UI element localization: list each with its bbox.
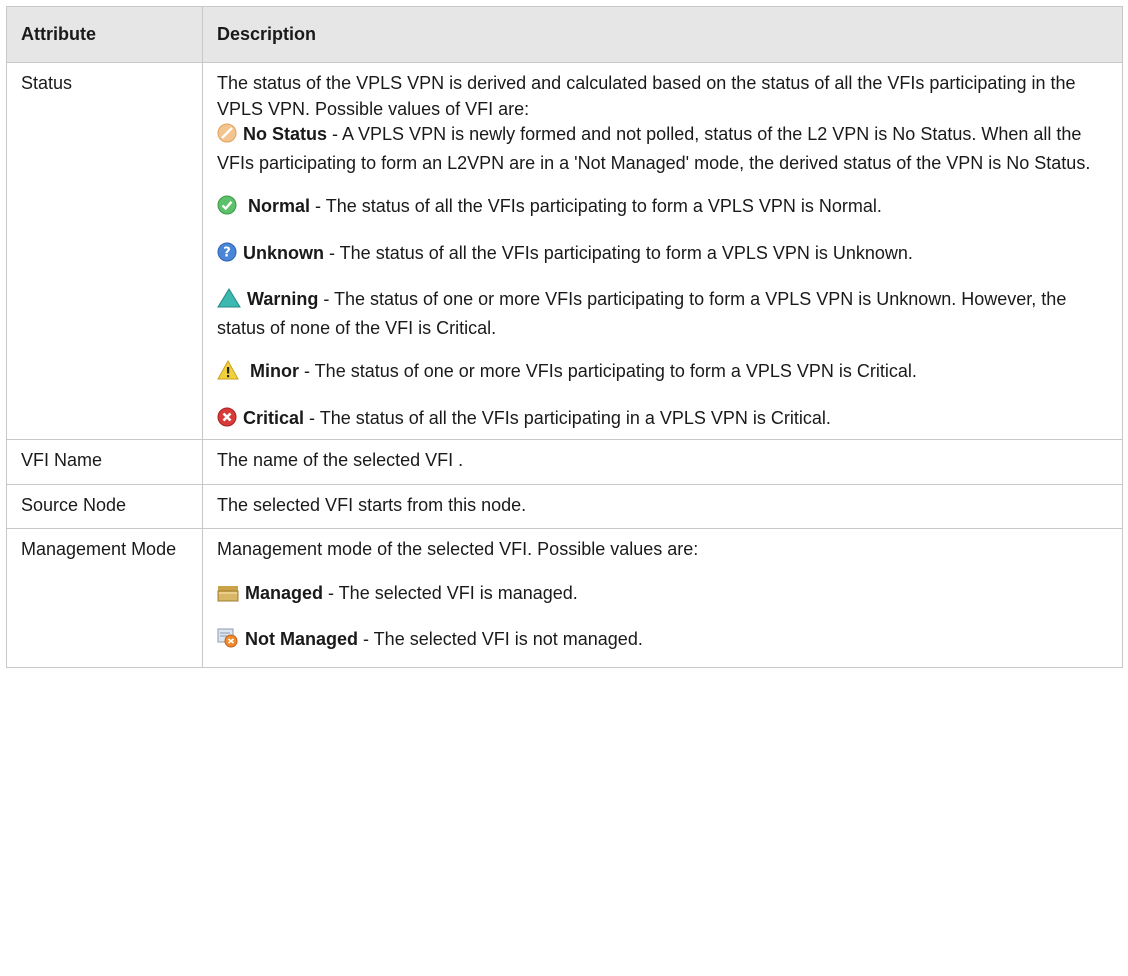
attribute-cell: Source Node xyxy=(6,483,203,529)
description-header: Description xyxy=(202,6,1123,63)
status-text: - The status of one or more VFIs partici… xyxy=(299,361,917,381)
attribute-cell: Management Mode xyxy=(6,528,203,668)
mode-text: - The selected VFI is not managed. xyxy=(358,629,643,649)
status-value-warning: Warning - The status of one or more VFIs… xyxy=(217,287,1108,341)
status-label: Unknown xyxy=(243,242,324,263)
header-row: Attribute Description xyxy=(6,6,1123,63)
description-cell: The status of the VPLS VPN is derived an… xyxy=(202,62,1123,440)
unknown-icon: ? xyxy=(217,242,237,270)
management-intro: Management mode of the selected VFI. Pos… xyxy=(217,539,699,559)
status-text: - A VPLS VPN is newly formed and not pol… xyxy=(217,124,1091,173)
attribute-cell: VFI Name xyxy=(6,439,203,485)
mode-value-managed: Managed - The selected VFI is managed. xyxy=(217,581,1108,610)
status-value-unknown: ? Unknown - The status of all the VFIs p… xyxy=(217,241,1108,270)
status-text: - The status of all the VFIs participati… xyxy=(304,407,831,428)
status-label: Normal xyxy=(248,196,311,216)
mode-text: - The selected VFI is managed. xyxy=(323,582,578,603)
status-label: Minor xyxy=(250,361,300,381)
no-status-icon xyxy=(217,123,237,151)
attribute-header: Attribute xyxy=(6,6,203,63)
warning-icon xyxy=(217,288,241,316)
managed-icon xyxy=(217,584,239,610)
attribute-table: Attribute Description Status The status … xyxy=(6,6,1123,668)
description-cell: The name of the selected VFI . xyxy=(202,439,1123,485)
table-row-vfi-name: VFI Name The name of the selected VFI . xyxy=(6,439,1123,485)
mode-label: Not Managed xyxy=(245,629,359,649)
status-text: - The status of all the VFIs participati… xyxy=(310,196,882,216)
status-text: - The status of one or more VFIs partici… xyxy=(217,289,1067,338)
mode-value-not-managed: Not Managed - The selected VFI is not ma… xyxy=(217,627,1108,656)
status-label: Warning xyxy=(247,289,319,309)
table-row-management-mode: Management Mode Management mode of the s… xyxy=(6,528,1123,668)
not-managed-icon xyxy=(217,628,239,656)
status-value-no-status: No Status - A VPLS VPN is newly formed a… xyxy=(217,122,1108,176)
svg-text:?: ? xyxy=(223,245,231,260)
critical-icon xyxy=(217,407,237,435)
status-value-normal: Normal - The status of all the VFIs part… xyxy=(217,194,1108,223)
table-row-source-node: Source Node The selected VFI starts from… xyxy=(6,483,1123,529)
attribute-cell: Status xyxy=(6,62,203,440)
mode-label: Managed xyxy=(245,582,324,603)
status-value-minor: Minor - The status of one or more VFIs p… xyxy=(217,359,1108,388)
description-cell: Management mode of the selected VFI. Pos… xyxy=(202,528,1123,668)
status-intro: The status of the VPLS VPN is derived an… xyxy=(217,73,1076,119)
minor-icon xyxy=(217,359,239,388)
description-cell: The selected VFI starts from this node. xyxy=(202,483,1123,529)
status-value-critical: Critical - The status of all the VFIs pa… xyxy=(217,406,1108,435)
table-row-status: Status The status of the VPLS VPN is der… xyxy=(6,62,1123,440)
status-text: - The status of all the VFIs participati… xyxy=(324,242,913,263)
normal-icon xyxy=(217,195,237,223)
status-label: Critical xyxy=(243,407,305,428)
status-label: No Status xyxy=(243,124,328,144)
